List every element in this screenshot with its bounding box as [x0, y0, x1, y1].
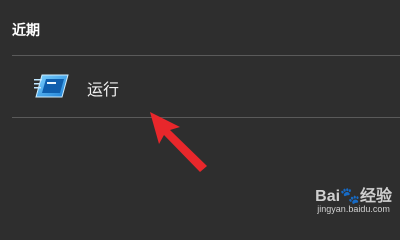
watermark-brand-right: 经验 [359, 188, 392, 205]
section-title: 近期 [12, 23, 40, 39]
paw-icon: 🐾 [340, 188, 360, 205]
divider-bottom [12, 117, 400, 118]
divider-top [12, 55, 400, 56]
run-dialog-icon [34, 74, 69, 98]
result-label: 运行 [87, 80, 120, 99]
watermark-brand-left: Bai [315, 188, 341, 205]
baidu-watermark: Bai🐾经验 jingyan.baidu.com [315, 182, 392, 214]
watermark-url: jingyan.baidu.com [317, 204, 390, 214]
search-result-run[interactable]: 运行 [12, 60, 400, 114]
